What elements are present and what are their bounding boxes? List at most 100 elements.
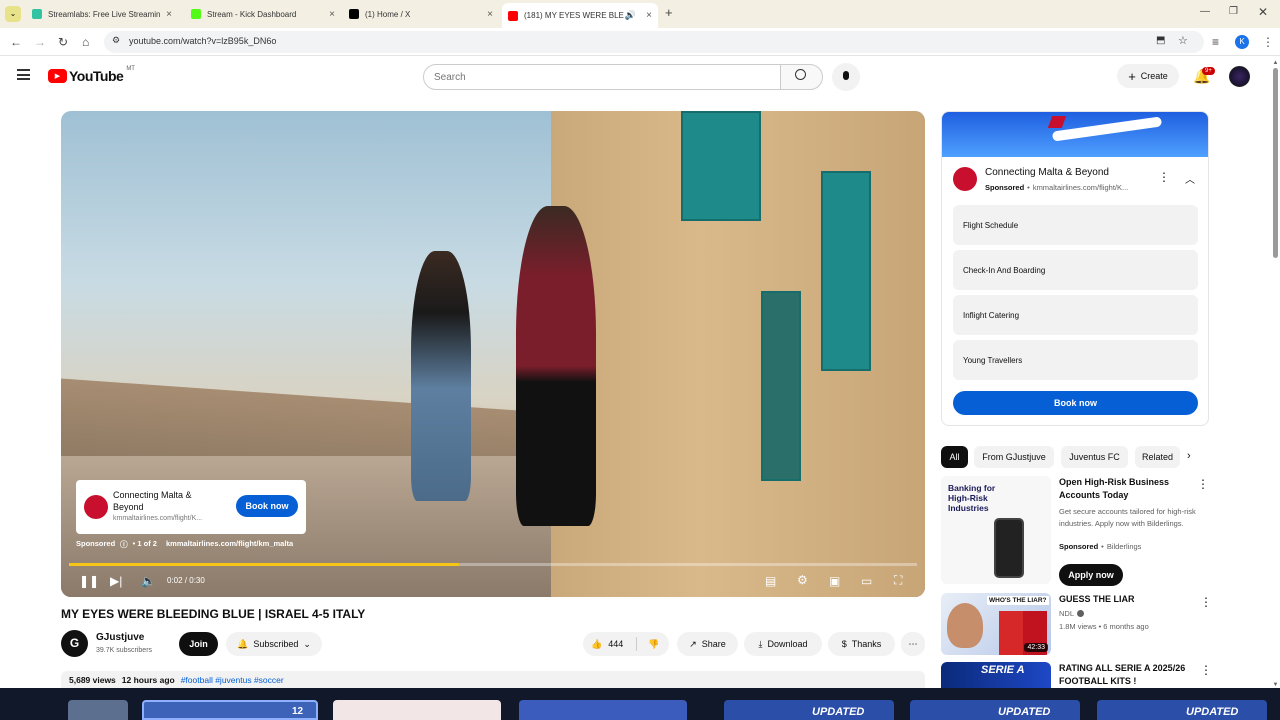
pause-button[interactable]: ❚❚ xyxy=(79,574,99,588)
ad-menu-icon[interactable]: ⋮ xyxy=(1158,170,1170,184)
streamlabs-icon xyxy=(32,9,42,19)
fullscreen-button[interactable]: ⛶ xyxy=(894,573,902,588)
rec-thumbnail[interactable]: WHO'S THE LIAR? 42:33 xyxy=(941,593,1051,655)
player-ad-card[interactable]: Connecting Malta & Beyond kmmaltairlines… xyxy=(76,480,306,534)
apply-now-button[interactable]: Apply now xyxy=(1059,564,1123,586)
media-controls-icon[interactable]: ≡ xyxy=(1212,35,1219,49)
hamburger-menu-icon[interactable] xyxy=(17,69,30,80)
tab-youtube[interactable]: (181) MY EYES WERE BLEED 🔊 × xyxy=(502,3,658,28)
bookmark-star-icon[interactable]: ☆ xyxy=(1178,34,1188,47)
browser-menu-icon[interactable]: ⋮ xyxy=(1262,35,1274,49)
taskbar-thumb[interactable] xyxy=(333,700,501,720)
sidebar-ad-url: kmmaltairlines.com/flight/K... xyxy=(1032,183,1129,192)
close-icon[interactable]: × xyxy=(487,9,493,20)
install-icon[interactable]: ⬒ xyxy=(1156,35,1165,46)
face-graphic xyxy=(947,603,983,648)
rec-thumbnail[interactable]: SERIE A xyxy=(941,662,1051,688)
subscribed-button[interactable]: 🔔 Subscribed ⌄ xyxy=(226,632,322,656)
tab-x[interactable]: (1) Home / X × xyxy=(343,4,499,24)
address-bar[interactable]: ⚙ youtube.com/watch?v=lzB95k_DN6o ⬒ ☆ xyxy=(104,31,1204,53)
tab-title: (181) MY EYES WERE BLEED xyxy=(524,11,624,20)
join-button[interactable]: Join xyxy=(179,632,218,656)
next-button[interactable]: ▶| xyxy=(110,574,122,588)
taskbar-thumb[interactable] xyxy=(1097,700,1267,720)
taskbar-thumb[interactable] xyxy=(910,700,1080,720)
taskbar-thumb[interactable] xyxy=(724,700,894,720)
tab-kick[interactable]: Stream - Kick Dashboard × xyxy=(185,4,341,24)
voice-search-button[interactable] xyxy=(832,63,860,91)
page-scrollbar[interactable]: ▲ ▼ xyxy=(1271,60,1280,688)
share-button[interactable]: ↗ Share xyxy=(677,632,738,656)
close-window-button[interactable]: ✕ xyxy=(1258,5,1268,19)
taskbar-thumb[interactable] xyxy=(519,700,687,720)
restore-button[interactable]: ❐ xyxy=(1229,6,1238,17)
audio-icon[interactable]: 🔊 xyxy=(625,10,636,21)
profile-avatar[interactable]: K xyxy=(1235,35,1249,49)
close-icon[interactable]: × xyxy=(166,9,172,20)
forward-icon[interactable]: → xyxy=(34,35,46,49)
taskbar-thumb[interactable] xyxy=(68,700,128,720)
new-tab-button[interactable]: + xyxy=(665,5,673,20)
chip-from-channel[interactable]: From GJustjuve xyxy=(974,446,1054,468)
chevron-down-icon: ⌄ xyxy=(303,638,311,649)
thumbs-down-icon[interactable]: 👎 xyxy=(648,639,659,650)
channel-avatar[interactable]: G xyxy=(61,630,88,657)
rec-title[interactable]: GUESS THE LIAR xyxy=(1059,594,1135,604)
channel-name[interactable]: GJustjuve xyxy=(96,632,144,643)
ad-link[interactable]: kmmaltairlines.com/flight/km_malta xyxy=(166,539,293,550)
ad-count: • 1 of 2 xyxy=(132,539,157,548)
home-icon[interactable]: ⌂ xyxy=(82,35,89,49)
close-icon[interactable]: × xyxy=(329,9,335,20)
collapse-chevron-icon[interactable]: ︿ xyxy=(1185,171,1195,186)
rec-menu-icon[interactable]: ⋮ xyxy=(1200,595,1212,609)
tab-search-button[interactable]: ⌄ xyxy=(5,6,21,22)
thanks-button[interactable]: $ Thanks xyxy=(828,632,895,656)
chip-related[interactable]: Related xyxy=(1135,446,1180,468)
ad-link-flight-schedule[interactable]: Flight Schedule xyxy=(953,205,1198,245)
settings-gear-icon[interactable]: ⚙ xyxy=(797,573,808,587)
chip-juventus[interactable]: Juventus FC xyxy=(1061,446,1128,468)
scroll-up-arrow-icon[interactable]: ▲ xyxy=(1271,60,1280,66)
ad-link-inflight-catering[interactable]: Inflight Catering xyxy=(953,295,1198,335)
chips-next-chevron-icon[interactable]: › xyxy=(1187,450,1191,462)
tab-streamlabs[interactable]: Streamlabs: Free Live Streaming × xyxy=(26,4,178,24)
search-input[interactable] xyxy=(423,64,781,90)
rec-menu-icon[interactable]: ⋮ xyxy=(1200,663,1212,677)
rec-menu-icon[interactable]: ⋮ xyxy=(1197,477,1209,491)
theater-mode-button[interactable]: ▭ xyxy=(861,574,872,588)
chip-all[interactable]: All xyxy=(941,446,968,468)
subtitles-button[interactable]: ▤ xyxy=(765,574,776,588)
more-actions-button[interactable]: ⋯ xyxy=(901,632,925,656)
volume-icon[interactable]: 🔈 xyxy=(141,574,156,588)
rec-ad-thumbnail[interactable]: Banking for High-Risk Industries xyxy=(941,476,1051,584)
taskbar-thumb-active[interactable]: 12 xyxy=(142,700,318,720)
verified-icon xyxy=(1077,610,1085,617)
reload-icon[interactable]: ↻ xyxy=(58,35,68,49)
sidebar-ad-title[interactable]: Connecting Malta & Beyond xyxy=(985,167,1109,178)
scrollbar-thumb[interactable] xyxy=(1273,68,1278,258)
minimize-button[interactable]: — xyxy=(1200,6,1210,17)
info-icon[interactable]: ⓘ xyxy=(120,539,128,550)
hashtags[interactable]: #football #juventus #soccer xyxy=(181,675,284,687)
like-button[interactable]: 👍 444 xyxy=(591,639,623,650)
ad-link-check-in[interactable]: Check-In And Boarding xyxy=(953,250,1198,290)
rec-title[interactable]: RATING ALL SERIE A 2025/26 FOOTBALL KITS… xyxy=(1059,662,1189,688)
download-button[interactable]: ⤓ Download xyxy=(744,632,822,656)
close-icon[interactable]: × xyxy=(646,10,652,21)
back-icon[interactable]: ← xyxy=(10,35,22,49)
search-button[interactable] xyxy=(780,64,823,90)
sidebar-book-now-button[interactable]: Book now xyxy=(953,391,1198,415)
rec-channel[interactable]: NDL xyxy=(1059,609,1085,618)
rec-ad-title[interactable]: Open High-Risk Business Accounts Today xyxy=(1059,476,1189,502)
account-avatar[interactable] xyxy=(1229,66,1250,87)
youtube-logo[interactable]: ▶ YouTube MT xyxy=(48,66,135,84)
video-player[interactable]: Connecting Malta & Beyond kmmaltairlines… xyxy=(61,111,925,597)
create-button[interactable]: + Create xyxy=(1117,64,1179,88)
miniplayer-button[interactable]: ▣ xyxy=(829,574,840,588)
site-info-icon[interactable]: ⚙ xyxy=(112,35,120,46)
ad-book-now-button[interactable]: Book now xyxy=(236,495,298,517)
rec-ad-meta: Sponsored • Bilderlings xyxy=(1059,542,1141,551)
ad-banner-image[interactable] xyxy=(942,112,1208,157)
ad-link-young-travellers[interactable]: Young Travellers xyxy=(953,340,1198,380)
progress-bar[interactable] xyxy=(69,563,917,566)
